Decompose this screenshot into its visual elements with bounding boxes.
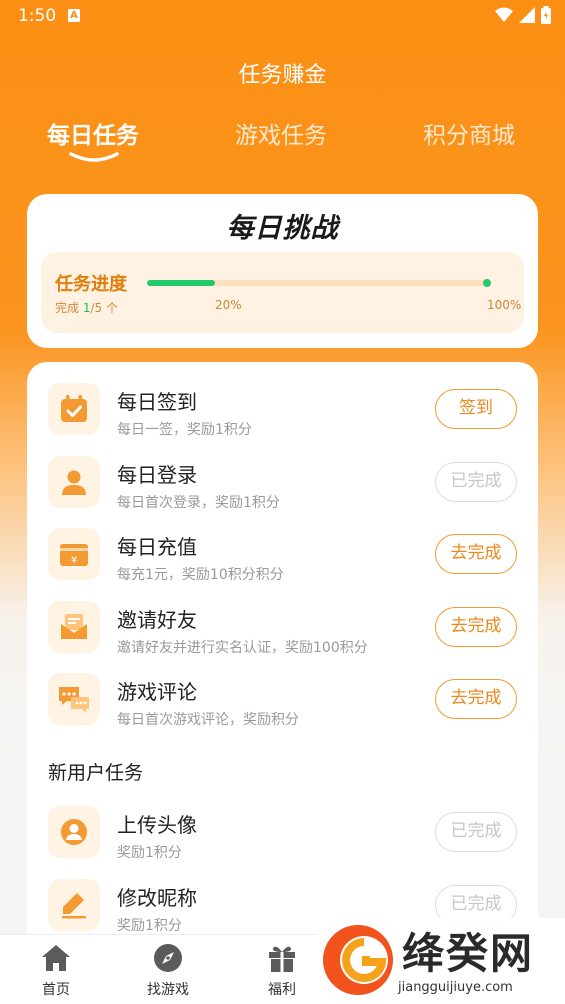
progress-end-dot: [483, 279, 491, 287]
wallet-yen-icon: ¥: [48, 528, 100, 580]
progress-label: 任务进度: [55, 274, 127, 295]
tab-bar: 每日任务 游戏任务 积分商城: [0, 116, 565, 176]
progress-max: 100%: [487, 298, 522, 312]
task-title: 每日充值: [117, 535, 197, 559]
daily-challenge-card: 每日挑战 任务进度 完成 1/5 个 20% 100%: [27, 194, 538, 348]
nav-welfare-label: 福利: [268, 982, 296, 998]
notification-badge: A: [68, 9, 80, 22]
new-user-section-title: 新用户任务: [48, 762, 144, 784]
user-icon: [48, 456, 100, 508]
tasks-card: 每日签到 每日一签，奖励1积分 签到 每日登录 每日首次登录，奖励1积分 已完成…: [27, 362, 538, 962]
pencil-icon: [48, 879, 100, 931]
svg-text:¥: ¥: [71, 555, 77, 566]
avatar-circle-icon: [48, 806, 100, 858]
task-row-daily-checkin: 每日签到 每日一签，奖励1积分 签到: [27, 374, 538, 446]
envelope-icon: [48, 601, 100, 653]
status-icons: [495, 6, 551, 24]
watermark-text: 绛癸网: [402, 929, 535, 978]
watermark: 绛癸网 jiangguijiuye.com: [318, 918, 565, 1004]
calendar-check-icon: [48, 383, 100, 435]
task-row-daily-recharge: ¥ 每日充值 每充1元，奖励10积分积分 去完成: [27, 519, 538, 591]
active-tab-indicator: [69, 152, 119, 162]
battery-icon: [541, 6, 551, 24]
signal-icon: [519, 7, 535, 23]
task-title: 邀请好友: [117, 608, 197, 632]
home-icon: [42, 945, 70, 971]
task-title: 游戏评论: [117, 680, 197, 704]
status-time: 1:50: [18, 6, 57, 26]
task-desc: 每日首次游戏评论，奖励积分: [117, 712, 299, 728]
compass-icon: [154, 944, 182, 972]
tab-daily-tasks[interactable]: 每日任务: [47, 116, 139, 150]
tab-points-mall[interactable]: 积分商城: [423, 116, 515, 150]
task-row-invite-friends: 邀请好友 邀请好友并进行实名认证，奖励100积分 去完成: [27, 592, 538, 664]
nav-find-games-label: 找游戏: [147, 982, 189, 998]
review-go-button[interactable]: 去完成: [435, 679, 517, 719]
progress-track: [147, 280, 487, 286]
nav-home-label: 首页: [42, 982, 70, 998]
task-title: 修改昵称: [117, 886, 197, 910]
recharge-go-button[interactable]: 去完成: [435, 534, 517, 574]
progress-box: 任务进度 完成 1/5 个 20% 100%: [41, 252, 524, 333]
avatar-completed-button[interactable]: 已完成: [435, 812, 517, 852]
progress-count: 完成 1/5 个: [55, 301, 118, 315]
nav-welfare[interactable]: 福利: [242, 943, 322, 999]
task-title: 上传头像: [117, 813, 197, 837]
task-desc: 奖励1积分: [117, 845, 182, 861]
task-desc: 邀请好友并进行实名认证，奖励100积分: [117, 640, 368, 656]
task-row-game-review: 游戏评论 每日首次游戏评论，奖励积分 去完成: [27, 664, 538, 736]
progress-percent: 20%: [215, 298, 242, 312]
task-title: 每日签到: [117, 390, 197, 414]
status-bar: 1:50 A: [0, 0, 565, 34]
login-completed-button[interactable]: 已完成: [435, 462, 517, 502]
checkin-button[interactable]: 签到: [435, 389, 517, 429]
page-title: 任务赚金: [238, 63, 327, 88]
challenge-title: 每日挑战: [226, 213, 339, 244]
wifi-icon: [495, 7, 513, 22]
task-desc: 每充1元，奖励10积分积分: [117, 567, 284, 583]
nav-find-games[interactable]: 找游戏: [128, 943, 208, 999]
task-row-upload-avatar: 上传头像 奖励1积分 已完成: [27, 797, 538, 869]
gift-icon: [269, 946, 295, 972]
chat-bubbles-icon: [48, 673, 100, 725]
task-desc: 每日首次登录，奖励1积分: [117, 495, 280, 511]
task-row-daily-login: 每日登录 每日首次登录，奖励1积分 已完成: [27, 447, 538, 519]
nav-home[interactable]: 首页: [16, 943, 96, 999]
invite-go-button[interactable]: 去完成: [435, 607, 517, 647]
task-desc: 奖励1积分: [117, 918, 182, 934]
tab-game-tasks[interactable]: 游戏任务: [235, 116, 327, 150]
watermark-logo: [323, 925, 393, 995]
task-desc: 每日一签，奖励1积分: [117, 422, 252, 438]
progress-fill: [147, 280, 215, 286]
task-title: 每日登录: [117, 463, 197, 487]
watermark-url: jiangguijiuye.com: [398, 980, 513, 995]
